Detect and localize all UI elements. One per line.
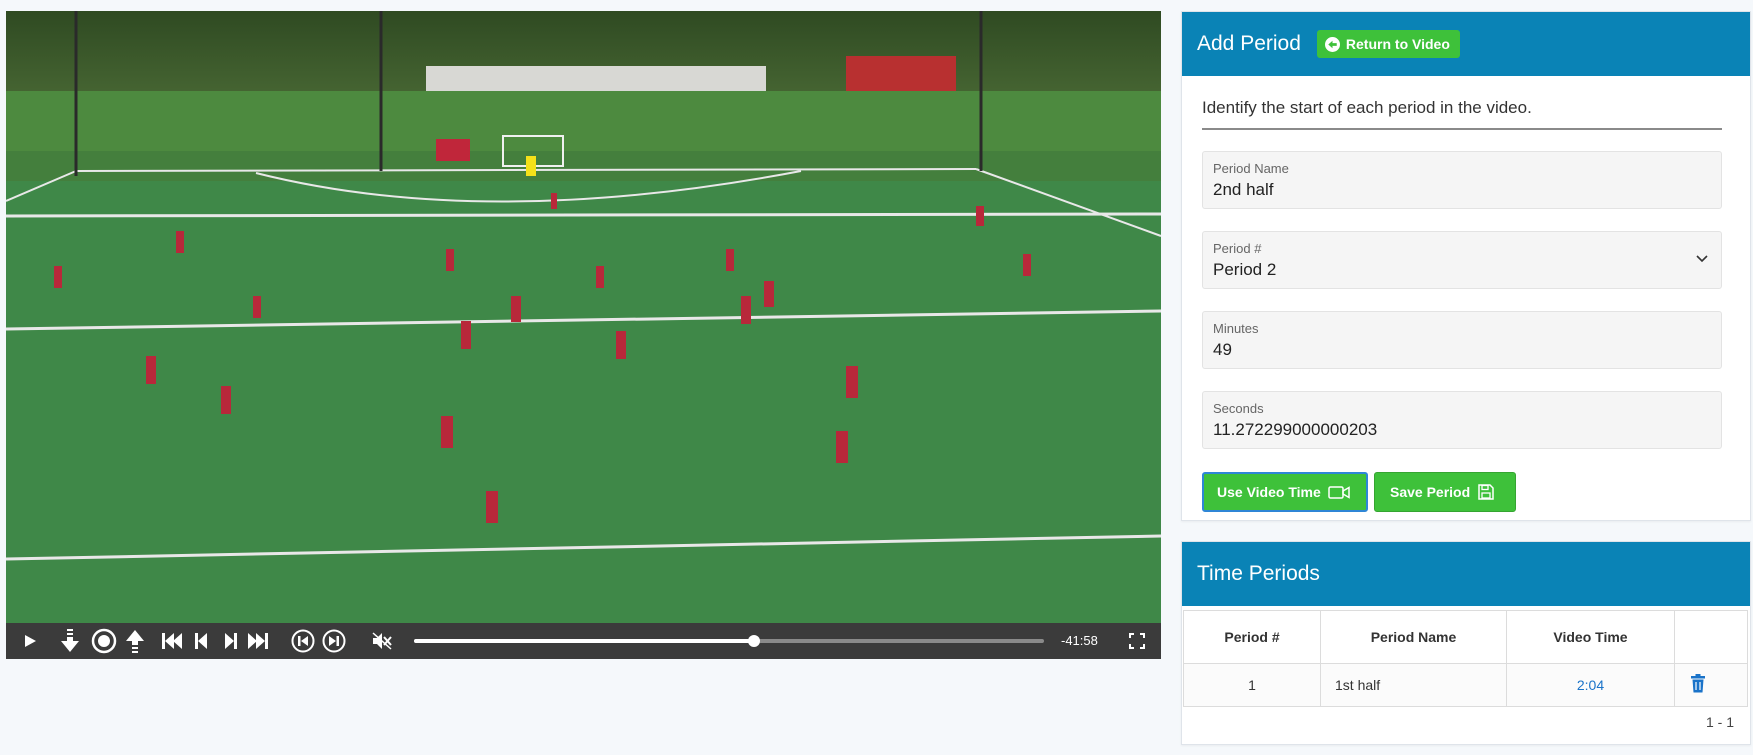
add-period-title: Add Period — [1197, 32, 1301, 55]
pagination-info: 1 - 1 — [1705, 714, 1734, 730]
add-period-header: Add Period Return to Video — [1182, 12, 1750, 76]
forward-seconds-icon[interactable] — [321, 623, 347, 659]
skip-end-icon[interactable] — [246, 623, 270, 659]
column-header-video-time[interactable]: Video Time — [1506, 610, 1675, 664]
play-icon[interactable] — [20, 623, 40, 659]
time-periods-header: Time Periods — [1182, 542, 1750, 606]
timeline-track[interactable] — [414, 635, 1044, 647]
period-name-value[interactable]: 2nd half — [1213, 180, 1274, 200]
column-header-period-name[interactable]: Period Name — [1320, 610, 1507, 664]
chevron-down-icon[interactable] — [1695, 254, 1709, 264]
rewind-seconds-icon[interactable] — [290, 623, 316, 659]
seconds-value[interactable]: 11.272299000000203 — [1213, 420, 1377, 440]
divider — [1202, 128, 1722, 130]
return-to-video-label: Return to Video — [1345, 36, 1450, 52]
period-number-label: Period # — [1213, 241, 1262, 256]
period-name-label: Period Name — [1213, 161, 1289, 176]
save-period-label: Save Period — [1390, 484, 1471, 500]
timeline-scrubber[interactable] — [748, 635, 761, 647]
video-controls: -41:58 — [6, 623, 1161, 659]
use-video-time-button[interactable]: Use Video Time — [1202, 472, 1368, 512]
add-period-panel: Add Period Return to Video Identify the … — [1181, 11, 1751, 521]
video-frame[interactable] — [6, 11, 1161, 623]
time-periods-table: Period # Period Name Video Time 1 1st ha… — [1183, 610, 1748, 707]
skip-start-icon[interactable] — [160, 623, 184, 659]
minutes-value[interactable]: 49 — [1213, 340, 1232, 360]
save-period-button[interactable]: Save Period — [1374, 472, 1516, 512]
intro-text: Identify the start of each period in the… — [1202, 98, 1532, 117]
step-up-icon[interactable] — [123, 623, 147, 659]
seconds-field[interactable]: Seconds 11.272299000000203 — [1202, 391, 1722, 449]
time-remaining: -41:58 — [1061, 633, 1098, 648]
frame-back-icon[interactable] — [192, 623, 210, 659]
period-number-select[interactable]: Period # Period 2 — [1202, 231, 1722, 289]
fullscreen-icon[interactable] — [1126, 623, 1148, 659]
return-to-video-button[interactable]: Return to Video — [1316, 30, 1460, 58]
cell-period-name: 1st half — [1320, 663, 1507, 707]
video-player[interactable]: -41:58 — [6, 11, 1161, 659]
minutes-label: Minutes — [1213, 321, 1259, 336]
record-icon[interactable] — [90, 623, 118, 659]
save-icon — [1478, 484, 1494, 500]
cell-video-time-link[interactable]: 2:04 — [1506, 663, 1675, 707]
period-name-field[interactable]: Period Name 2nd half — [1202, 151, 1722, 209]
column-header-actions — [1674, 610, 1748, 664]
use-video-time-label: Use Video Time — [1217, 484, 1321, 500]
cell-actions — [1674, 663, 1748, 707]
frame-forward-icon[interactable] — [222, 623, 240, 659]
period-number-value[interactable]: Period 2 — [1213, 260, 1276, 280]
cell-period-number: 1 — [1183, 663, 1321, 707]
time-periods-panel: Time Periods Period # Period Name Video … — [1181, 541, 1751, 745]
seconds-label: Seconds — [1213, 401, 1264, 416]
arrow-circle-left-icon — [1324, 36, 1340, 52]
column-header-period-number[interactable]: Period # — [1183, 610, 1321, 664]
time-periods-title: Time Periods — [1197, 562, 1320, 585]
step-down-icon[interactable] — [58, 623, 82, 659]
table-row: 1 1st half 2:04 — [1183, 663, 1748, 707]
mute-icon[interactable] — [370, 623, 394, 659]
video-camera-icon — [1328, 486, 1350, 499]
minutes-field[interactable]: Minutes 49 — [1202, 311, 1722, 369]
trash-icon[interactable] — [1690, 674, 1706, 693]
timeline-progress — [414, 639, 755, 643]
table-header-row: Period # Period Name Video Time — [1183, 610, 1748, 664]
